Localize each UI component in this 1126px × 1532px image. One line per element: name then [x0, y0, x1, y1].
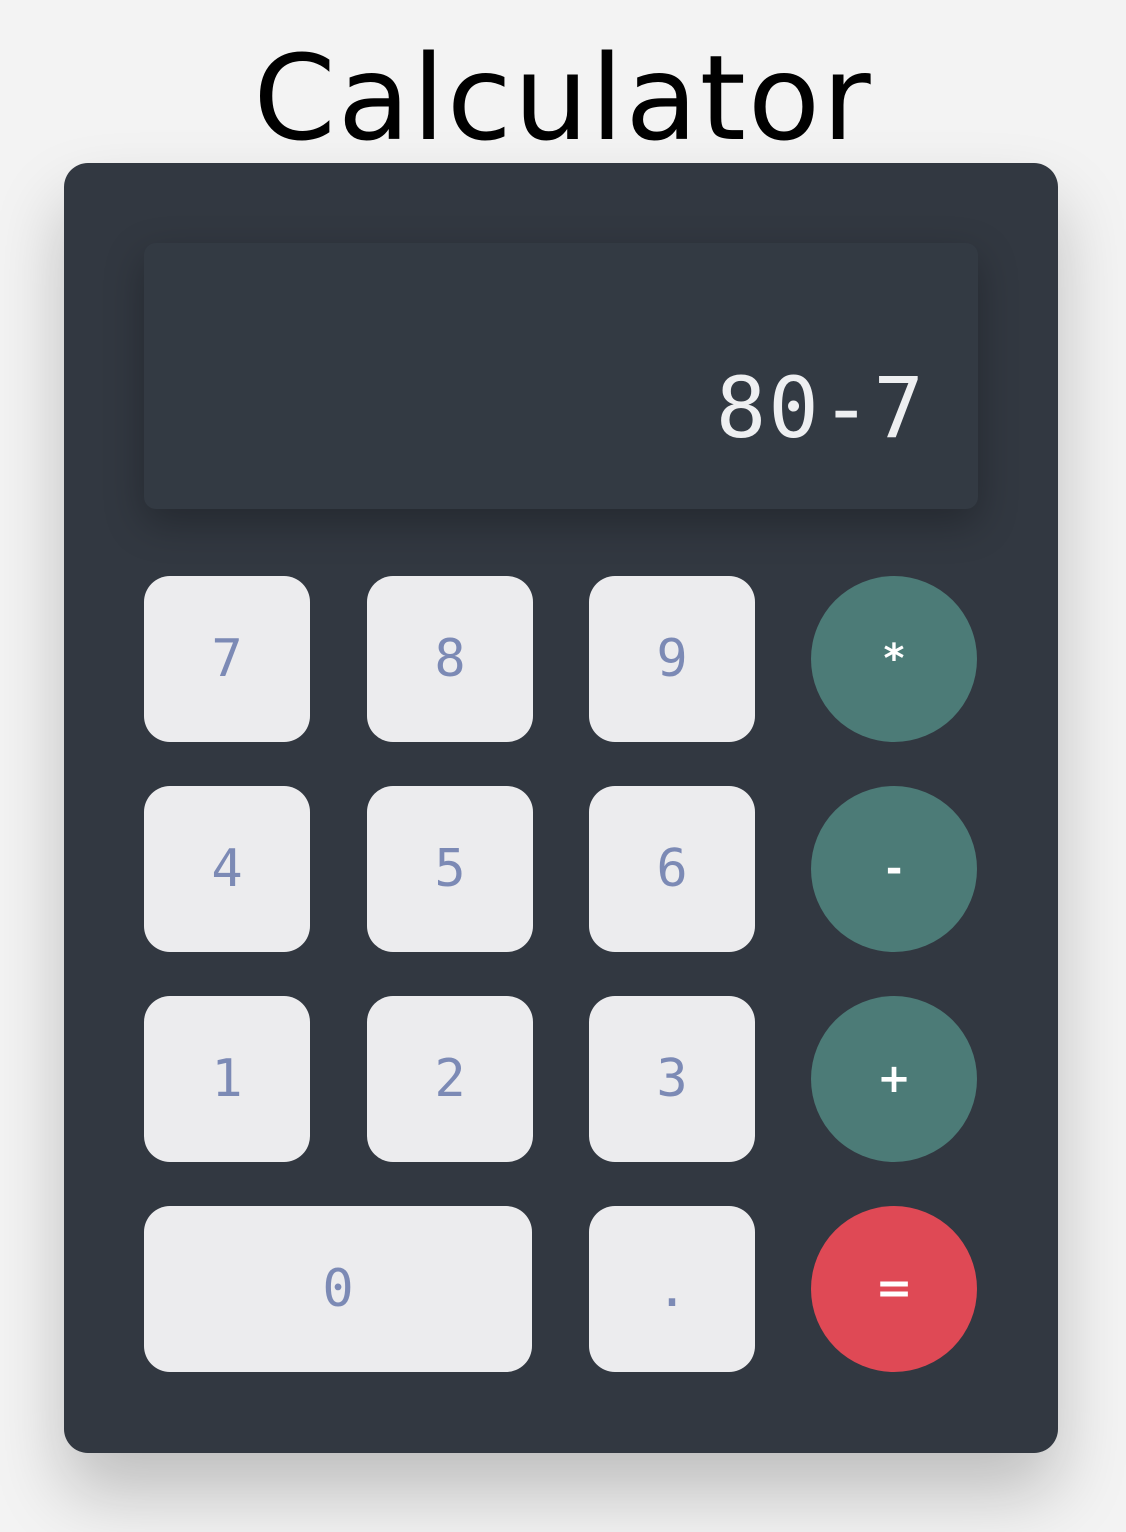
calculator-body: 80-7 7 8 9 * 4 5 6 - 1 2 3 + 0 . =: [64, 163, 1058, 1453]
add-button[interactable]: +: [811, 996, 977, 1162]
key-1-button[interactable]: 1: [144, 996, 310, 1162]
subtract-button[interactable]: -: [811, 786, 977, 952]
calculator-display: 80-7: [144, 243, 978, 509]
decimal-button[interactable]: .: [589, 1206, 755, 1372]
key-3-button[interactable]: 3: [589, 996, 755, 1162]
key-7-button[interactable]: 7: [144, 576, 310, 742]
multiply-button[interactable]: *: [811, 576, 977, 742]
key-0-button[interactable]: 0: [144, 1206, 532, 1372]
equals-button[interactable]: =: [811, 1206, 977, 1372]
page-title: Calculator: [253, 29, 873, 167]
display-value: 80-7: [715, 359, 926, 457]
key-8-button[interactable]: 8: [367, 576, 533, 742]
key-6-button[interactable]: 6: [589, 786, 755, 952]
key-4-button[interactable]: 4: [144, 786, 310, 952]
key-9-button[interactable]: 9: [589, 576, 755, 742]
key-2-button[interactable]: 2: [367, 996, 533, 1162]
key-5-button[interactable]: 5: [367, 786, 533, 952]
